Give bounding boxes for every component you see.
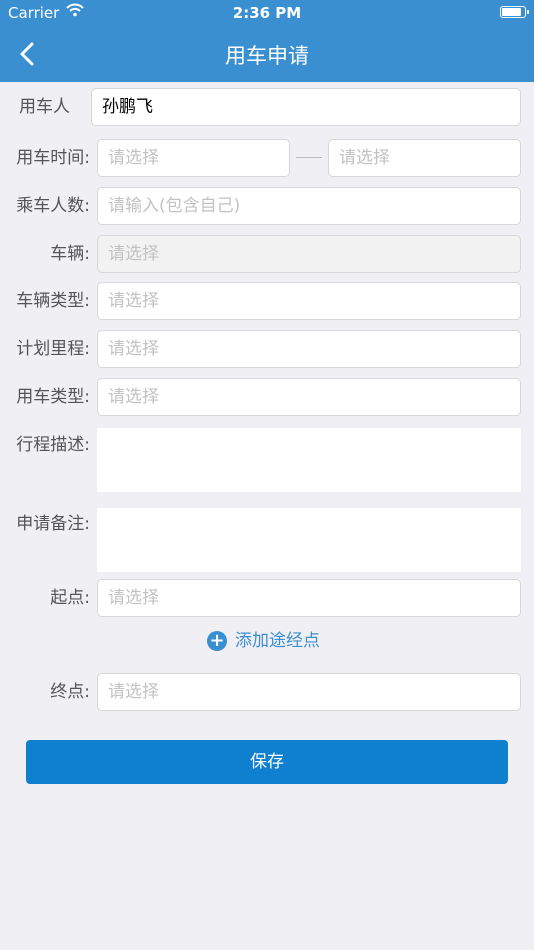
vehicle-label: 车辆: — [50, 244, 90, 264]
planned-mileage-field[interactable]: 请选择 — [97, 330, 521, 368]
status-bar: Carrier 2:36 PM — [0, 0, 534, 26]
end-point-field[interactable]: 请选择 — [97, 673, 521, 711]
user-field[interactable]: 孙鹏飞 — [91, 88, 521, 126]
user-label: 用车人 — [19, 97, 70, 117]
passengers-input[interactable]: 请输入(包含自己) — [97, 187, 521, 225]
vehicle-field[interactable]: 请选择 — [97, 235, 521, 273]
start-point-field[interactable]: 请选择 — [97, 579, 521, 617]
save-button[interactable]: 保存 — [26, 740, 508, 784]
page-title: 用车申请 — [225, 44, 309, 68]
end-point-label: 终点: — [50, 682, 90, 702]
vehicle-type-label: 车辆类型: — [16, 291, 90, 311]
start-time-field[interactable]: 请选择 — [97, 139, 290, 177]
plus-circle-icon: + — [207, 631, 227, 651]
battery-icon — [500, 6, 529, 18]
navigation-bar: 用车申请 — [0, 26, 534, 82]
add-waypoint-label: 添加途经点 — [235, 631, 320, 651]
usage-type-label: 用车类型: — [16, 387, 90, 407]
usage-type-field[interactable]: 请选择 — [97, 378, 521, 416]
time-label: 用车时间: — [16, 148, 90, 168]
planned-mileage-label: 计划里程: — [16, 339, 90, 359]
remarks-label: 申请备注: — [16, 514, 90, 534]
vehicle-type-field[interactable]: 请选择 — [97, 282, 521, 320]
passengers-label: 乘车人数: — [16, 196, 90, 216]
add-waypoint-button[interactable]: + 添加途经点 — [207, 628, 320, 654]
time-range-separator — [296, 157, 322, 158]
trip-description-textarea[interactable] — [97, 428, 521, 492]
status-time: 2:36 PM — [232, 4, 302, 22]
end-time-field[interactable]: 请选择 — [328, 139, 521, 177]
start-point-label: 起点: — [50, 588, 90, 608]
trip-description-label: 行程描述: — [16, 435, 90, 455]
remarks-textarea[interactable] — [97, 508, 521, 572]
